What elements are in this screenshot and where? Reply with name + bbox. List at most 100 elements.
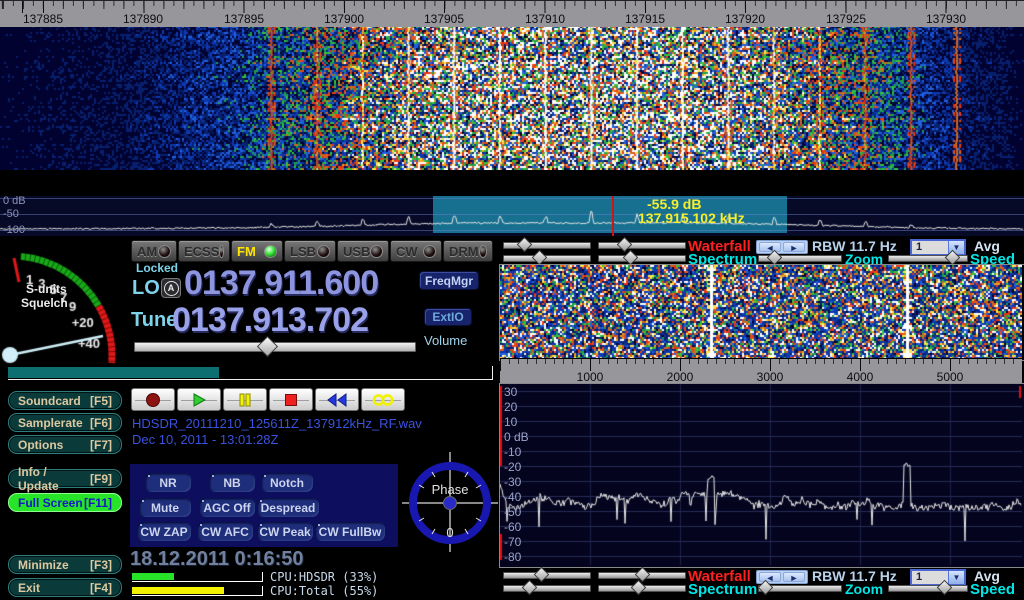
dsp-label: CW FullBw <box>319 525 382 539</box>
minimize-button[interactable]: Minimize [F3] <box>8 555 122 574</box>
af-zoom-slider[interactable] <box>758 255 842 262</box>
samplerate-button[interactable]: Samplerate [F6] <box>8 413 122 432</box>
af2-waterfall-contrast-slider[interactable] <box>598 572 686 579</box>
mute-button[interactable]: Mute <box>139 498 191 517</box>
mode-led-icon <box>219 245 224 258</box>
rewind-button[interactable] <box>315 388 359 411</box>
af-db-label: -30 <box>504 476 521 489</box>
af2-speed-slider[interactable] <box>888 585 968 592</box>
af-waterfall-brightness-slider[interactable] <box>503 242 591 249</box>
mode-button-lsb[interactable]: LSB <box>284 240 336 262</box>
exit-button[interactable]: Exit [F4] <box>8 578 122 597</box>
record-button[interactable] <box>131 388 175 411</box>
fkey-label: [F11] <box>84 496 112 510</box>
fkey-label: [F5] <box>90 394 112 408</box>
slider-thumb[interactable] <box>631 580 647 596</box>
cw-zap-button[interactable]: CW ZAP <box>137 522 191 541</box>
af-frequency-ruler[interactable]: 1000 2000 3000 4000 5000 <box>500 359 1022 383</box>
arrow-left-icon[interactable]: ◄ <box>759 572 781 582</box>
slider-thumb[interactable] <box>517 237 533 253</box>
soundcard-button[interactable]: Soundcard [F5] <box>8 391 122 410</box>
extio-button[interactable]: ExtIO <box>424 308 472 326</box>
rewind-icon <box>327 393 347 407</box>
mode-button-am[interactable]: AM <box>131 240 177 262</box>
af-ruler-label: 1000 <box>577 370 604 384</box>
slider-thumb[interactable] <box>522 580 538 596</box>
ruler-label: 137905 <box>424 12 464 26</box>
af-db-label: 20 <box>504 401 517 414</box>
af2-zoom-slider[interactable] <box>758 585 842 592</box>
af2-spectrum-gain-slider[interactable] <box>503 585 591 592</box>
despread-button[interactable]: Despread <box>257 498 319 517</box>
slider-thumb[interactable] <box>532 250 548 266</box>
af2-spectrum-label[interactable]: Spectrum <box>688 583 757 596</box>
arrow-left-icon[interactable]: ◄ <box>759 242 781 252</box>
info-update-button[interactable]: Info / Update [F9] <box>8 469 122 488</box>
slider-thumb[interactable] <box>534 567 550 583</box>
avg-dropdown[interactable]: 1 ▼ <box>910 239 966 256</box>
af-waterfall-display[interactable] <box>500 265 1022 358</box>
af2-zoom-label: Zoom <box>845 583 883 596</box>
arrow-right-icon[interactable]: ► <box>783 572 805 582</box>
af2-waterfall-brightness-slider[interactable] <box>503 572 591 579</box>
volume-slider-thumb[interactable] <box>257 336 278 357</box>
af-db-label: -80 <box>504 551 521 564</box>
playback-progress-bar[interactable] <box>8 366 493 380</box>
mode-button-cw[interactable]: CW <box>390 240 442 262</box>
notch-button[interactable]: Notch <box>261 473 313 492</box>
mode-button-fm[interactable]: FM <box>231 240 283 262</box>
tune-cursor-line[interactable] <box>612 196 614 236</box>
button-label: Exit <box>18 581 40 595</box>
lo-lock-button[interactable]: A <box>161 278 181 298</box>
full-screen-button[interactable]: Full Screen [F11] <box>8 493 122 512</box>
options-button[interactable]: Options [F7] <box>8 435 122 454</box>
dsp-label: CW Peak <box>259 525 310 539</box>
af2-avg-dropdown[interactable]: 1 ▼ <box>910 569 966 586</box>
main-frequency-ruler[interactable]: 137885 137890 137895 137900 137905 13791… <box>0 0 1024 27</box>
cw-fullbw-button[interactable]: CW FullBw <box>315 522 385 541</box>
mode-led-icon <box>423 245 436 258</box>
button-label: Soundcard <box>18 394 81 408</box>
af-band-spinner[interactable]: ◄ ► <box>756 240 808 254</box>
phase-scope[interactable]: Phase 0 <box>402 452 498 552</box>
nb-button[interactable]: NB <box>209 473 255 492</box>
arrow-right-icon[interactable]: ► <box>783 242 805 252</box>
stop-button[interactable] <box>269 388 313 411</box>
af-spectrum-display[interactable]: 30 20 10 0 dB -10 -20 -30 -40 -50 -60 -7… <box>499 383 1024 568</box>
af-spectrum-gain-slider[interactable] <box>503 255 591 262</box>
agc-button[interactable]: AGC Off <box>199 498 255 517</box>
mode-led-icon <box>479 245 487 258</box>
play-button[interactable] <box>177 388 221 411</box>
dsp-label: CW ZAP <box>140 525 187 539</box>
dsp-label: NR <box>159 476 176 490</box>
chevron-down-icon[interactable]: ▼ <box>948 571 964 584</box>
af-spectrum-range-slider[interactable] <box>598 255 686 262</box>
cw-afc-button[interactable]: CW AFC <box>197 522 253 541</box>
mode-button-drm[interactable]: DRM <box>443 240 493 262</box>
mode-button-usb[interactable]: USB <box>337 240 389 262</box>
loop-button[interactable] <box>361 388 405 411</box>
stop-icon <box>284 393 298 407</box>
af-speed-slider[interactable] <box>888 255 968 262</box>
playback-progress-fill <box>8 367 219 378</box>
dsp-label: AGC Off <box>203 501 250 515</box>
cpu-total-text: CPU:Total (55%) <box>270 584 378 598</box>
mode-button-ecss[interactable]: ECSS <box>178 240 230 262</box>
af2-spectrum-range-slider[interactable] <box>598 585 686 592</box>
main-spectrum-display[interactable]: 0 dB -50 -100 -55.9 dB 137.915.102 kHz <box>0 196 1024 236</box>
volume-slider[interactable] <box>134 342 416 352</box>
tune-frequency-value[interactable]: 0137.913.702 <box>172 303 368 337</box>
af-db-label: -40 <box>504 491 521 504</box>
volume-label: Volume <box>424 333 467 348</box>
fkey-label: [F6] <box>90 416 112 430</box>
pause-button[interactable] <box>223 388 267 411</box>
cw-peak-button[interactable]: CW Peak <box>257 522 313 541</box>
slider-thumb[interactable] <box>623 250 639 266</box>
squelch-label: Squelch <box>21 297 68 309</box>
nr-button[interactable]: NR <box>145 473 191 492</box>
lo-frequency-value[interactable]: 0137.911.600 <box>184 266 378 300</box>
af-waterfall-contrast-slider[interactable] <box>598 242 686 249</box>
af-db-label: 0 dB <box>504 431 529 444</box>
freqmgr-button[interactable]: FreqMgr <box>419 271 479 290</box>
af-ruler-label: 3000 <box>757 370 784 384</box>
